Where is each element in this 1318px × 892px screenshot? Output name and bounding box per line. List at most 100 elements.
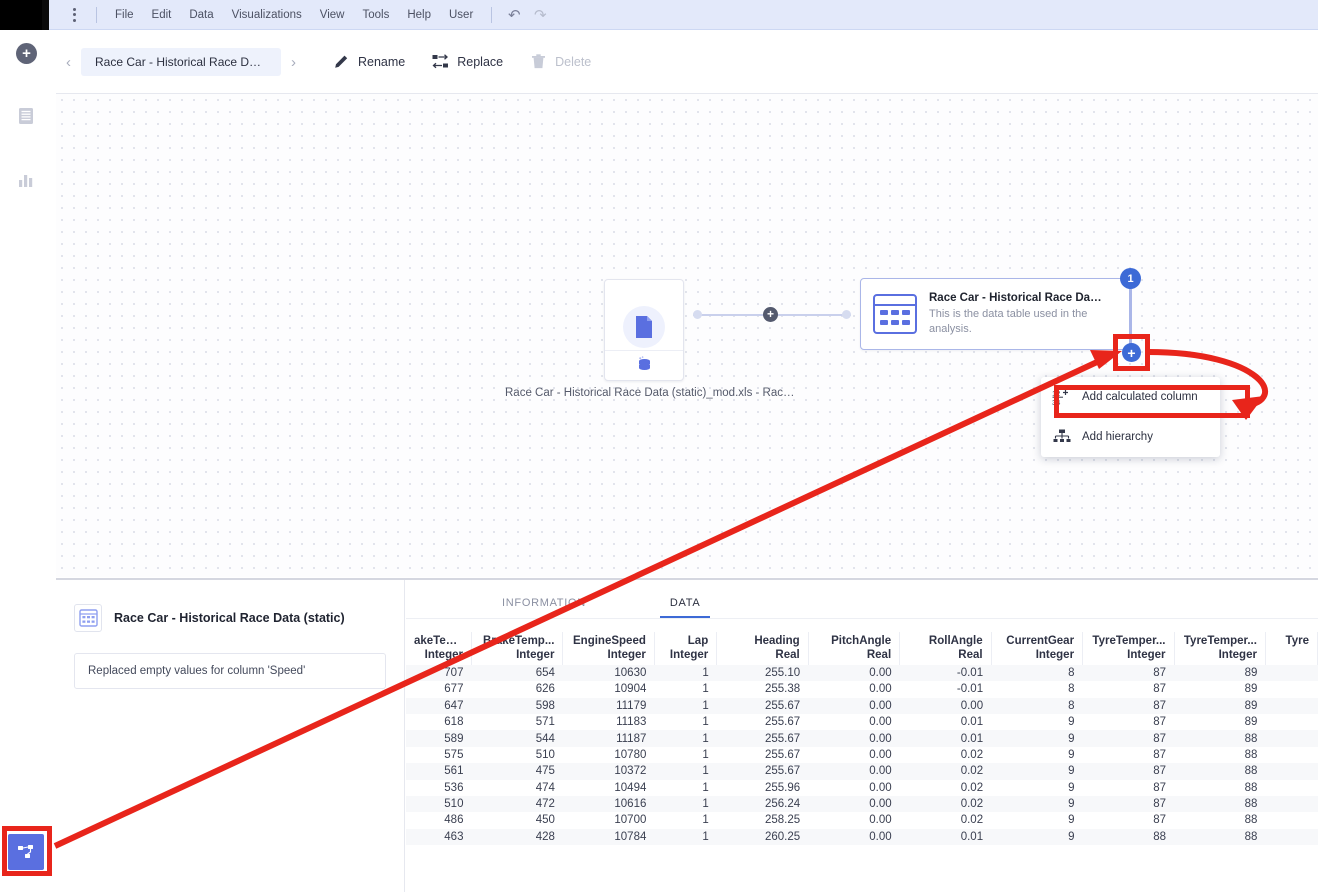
table-cell: 9 bbox=[1068, 814, 1075, 827]
table-cell: 255.10 bbox=[765, 666, 801, 679]
table-row[interactable]: 589 544 11187 1 255.67 0.00 0.01 9 87 88 bbox=[406, 730, 1318, 747]
kebab-menu-icon[interactable] bbox=[61, 7, 87, 22]
table-cell: 474 bbox=[535, 781, 555, 794]
column-header[interactable]: EngineSpeed bbox=[562, 632, 655, 649]
column-header[interactable]: TyreTemper... bbox=[1082, 632, 1175, 649]
table-row[interactable]: 463 428 10784 1 260.25 0.00 0.01 9 88 88 bbox=[406, 828, 1318, 846]
breadcrumb-next-button[interactable]: › bbox=[281, 54, 306, 71]
breadcrumb-prev-button[interactable]: ‹ bbox=[56, 54, 81, 71]
table-cell: 647 bbox=[444, 699, 464, 712]
node-count-badge[interactable]: 1 bbox=[1120, 268, 1141, 289]
trash-icon bbox=[529, 53, 547, 71]
data-grid-container[interactable]: akeTemp... BrakeTemp... EngineSpeed Lap … bbox=[406, 619, 1318, 881]
transformation-plus-icon[interactable]: + bbox=[763, 307, 778, 322]
menu-item-file[interactable]: File bbox=[106, 5, 143, 25]
table-cell: 1 bbox=[702, 830, 709, 843]
menu-item-edit[interactable]: Edit bbox=[143, 5, 181, 25]
table-cell bbox=[1265, 730, 1317, 746]
table-row[interactable]: 575 510 10780 1 255.67 0.00 0.02 9 87 88 bbox=[406, 747, 1318, 763]
table-cell: 9 bbox=[1068, 781, 1075, 794]
menu-item-tools[interactable]: Tools bbox=[353, 5, 398, 25]
table-cell: 510 bbox=[535, 748, 555, 761]
menu-item-help[interactable]: Help bbox=[398, 5, 440, 25]
table-cell: 463 bbox=[444, 830, 464, 843]
column-header[interactable]: Heading bbox=[716, 632, 809, 649]
table-cell: 255.96 bbox=[765, 781, 801, 794]
table-cell: 9 bbox=[1068, 765, 1075, 778]
undo-icon[interactable]: ↶ bbox=[501, 6, 527, 24]
table-cell: 0.00 bbox=[869, 814, 892, 827]
delete-button[interactable]: Delete bbox=[529, 53, 591, 71]
transformation-message: Replaced empty values for column 'Speed' bbox=[74, 653, 386, 689]
column-header[interactable]: BrakeTemp... bbox=[471, 632, 564, 649]
hierarchy-icon bbox=[1051, 428, 1073, 446]
add-hierarchy-label: Add hierarchy bbox=[1082, 431, 1153, 443]
table-cell: 1 bbox=[702, 683, 709, 696]
table-cell: 10372 bbox=[614, 765, 647, 778]
pencil-icon bbox=[332, 53, 350, 71]
column-type: Real bbox=[716, 648, 809, 665]
table-cell bbox=[1265, 829, 1317, 845]
menu-item-user[interactable]: User bbox=[440, 5, 482, 25]
table-row[interactable]: 618 571 11183 1 255.67 0.00 0.01 9 87 89 bbox=[406, 714, 1318, 730]
table-cell: 0.00 bbox=[869, 781, 892, 794]
tab-data[interactable]: DATA bbox=[659, 597, 710, 618]
menu-item-add-hierarchy[interactable]: Add hierarchy bbox=[1041, 417, 1220, 457]
column-header[interactable]: PitchAngle bbox=[808, 632, 901, 649]
menu-item-view[interactable]: View bbox=[311, 5, 354, 25]
table-cell: 1 bbox=[702, 814, 709, 827]
rename-button[interactable]: Rename bbox=[332, 53, 405, 71]
table-cell: 258.25 bbox=[765, 814, 801, 827]
table-cell: 9 bbox=[1068, 830, 1075, 843]
column-header[interactable]: CurrentGear bbox=[991, 632, 1084, 649]
replace-button[interactable]: Replace bbox=[431, 53, 503, 71]
replace-label: Replace bbox=[457, 55, 504, 69]
column-header[interactable]: RollAngle bbox=[899, 632, 992, 649]
source-file-node[interactable] bbox=[604, 279, 684, 381]
redo-icon[interactable]: ↷ bbox=[527, 6, 553, 24]
table-row[interactable]: 536 474 10494 1 255.96 0.00 0.02 9 87 88 bbox=[406, 780, 1318, 796]
table-cell bbox=[1265, 763, 1317, 779]
breadcrumb[interactable]: Race Car - Historical Race Data (st... bbox=[81, 48, 281, 76]
table-cell bbox=[1265, 665, 1317, 681]
table-row[interactable]: 677 626 10904 1 255.38 0.00 -0.01 8 87 89 bbox=[406, 681, 1318, 697]
menu-item-data[interactable]: Data bbox=[180, 5, 222, 25]
add-icon[interactable]: + bbox=[16, 43, 37, 64]
table-cell: 89 bbox=[1244, 683, 1258, 696]
column-header[interactable]: Tyre bbox=[1265, 632, 1318, 649]
table-row[interactable]: 561 475 10372 1 255.67 0.00 0.02 9 87 88 bbox=[406, 763, 1318, 780]
table-cell: 87 bbox=[1153, 732, 1166, 745]
column-type: Integer bbox=[654, 648, 718, 665]
table-row[interactable]: 486 450 10700 1 258.25 0.00 0.02 9 87 88 bbox=[406, 812, 1318, 828]
data-table-node[interactable]: Race Car - Historical Race Data (st... T… bbox=[860, 278, 1130, 350]
table-cell: 0.01 bbox=[960, 732, 984, 745]
table-cell: 0.02 bbox=[960, 798, 984, 811]
column-header[interactable]: akeTemp... bbox=[406, 632, 472, 649]
table-cell: 0.00 bbox=[869, 716, 892, 729]
menu-item-visualizations[interactable]: Visualizations bbox=[223, 5, 311, 25]
column-header[interactable]: TyreTemper... bbox=[1174, 632, 1266, 649]
data-canvas-icon[interactable] bbox=[8, 834, 44, 870]
tab-information[interactable]: INFORMATION bbox=[498, 597, 590, 618]
table-row[interactable]: 510 472 10616 1 256.24 0.00 0.02 9 87 88 bbox=[406, 795, 1318, 813]
column-header[interactable]: Lap bbox=[654, 632, 718, 649]
table-row[interactable]: 647 598 11179 1 255.67 0.00 0.00 8 87 89 bbox=[406, 697, 1318, 714]
table-row[interactable]: 707 654 10630 1 255.10 0.00 -0.01 8 87 89 bbox=[406, 664, 1318, 682]
table-cell bbox=[1265, 747, 1317, 763]
data-panel-icon[interactable] bbox=[16, 106, 36, 126]
table-cell: 88 bbox=[1244, 781, 1258, 794]
table-cell: 0.00 bbox=[869, 732, 892, 745]
bottom-panel-title: Race Car - Historical Race Data (static) bbox=[114, 611, 345, 625]
table-cell: 88 bbox=[1244, 732, 1258, 745]
table-cell: 89 bbox=[1244, 716, 1258, 729]
table-cell: 0.02 bbox=[960, 781, 984, 794]
bottom-tabs: INFORMATION DATA bbox=[406, 580, 1318, 618]
menu-bar: File Edit Data Visualizations View Tools… bbox=[49, 0, 1318, 30]
table-cell: 486 bbox=[444, 814, 464, 827]
toolbar: ‹ Race Car - Historical Race Data (st...… bbox=[56, 31, 1318, 94]
table-cell bbox=[1265, 714, 1317, 730]
table-cell: 0.00 bbox=[960, 699, 984, 712]
visualizations-icon[interactable] bbox=[16, 170, 36, 190]
table-cell: 87 bbox=[1153, 666, 1166, 679]
rail-black-area-2 bbox=[42, 0, 49, 30]
